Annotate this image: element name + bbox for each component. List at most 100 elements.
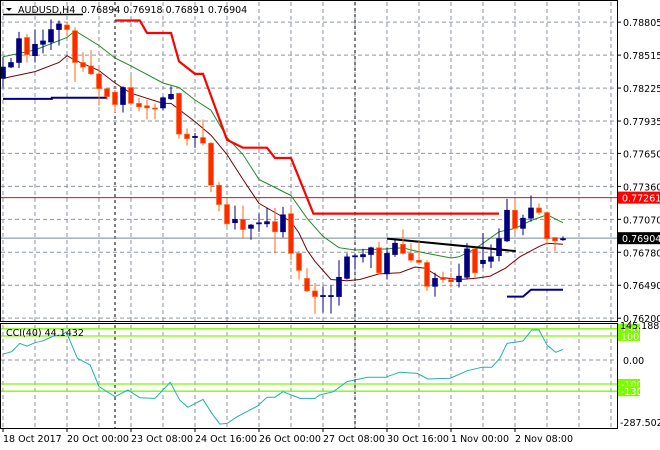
bull-candle: [40, 29, 46, 54]
candle-body: [480, 259, 486, 264]
bear-candle: [424, 260, 430, 291]
candle-body: [40, 40, 46, 45]
candle-body: [192, 136, 198, 138]
candle-body: [320, 295, 326, 297]
bear-candle: [64, 21, 70, 37]
main-panel-frame: [0, 0, 618, 322]
candle-body: [328, 295, 334, 297]
price-axis-label: 0.78805: [623, 18, 660, 29]
bull-candle: [328, 285, 334, 314]
current-price-label: 0.76904: [622, 234, 660, 245]
bear-candle: [88, 50, 94, 75]
candle-body: [32, 44, 38, 56]
bear-candle: [272, 207, 278, 254]
date-axis-label: 23 Oct 08:00: [131, 434, 193, 445]
candle-body: [288, 213, 294, 254]
price-axis-label: 0.78515: [623, 51, 660, 62]
bear-candle: [408, 243, 414, 263]
bear-candle: [544, 211, 550, 246]
bull-candle: [0, 56, 6, 88]
candle-body: [336, 276, 342, 297]
cci-title: CCI(40) 44.1432: [6, 328, 84, 339]
bull-candle: [368, 246, 374, 269]
candle-body: [496, 238, 502, 256]
ohlc-label: 0.76894 0.76918 0.76891 0.76904: [81, 5, 247, 16]
candle-body: [88, 65, 94, 75]
cci-level-label: -130: [621, 387, 643, 398]
bear-candle: [312, 282, 318, 314]
candle-body: [472, 248, 478, 274]
bear-candle: [176, 92, 182, 139]
bear-candle: [304, 268, 310, 293]
candle-body: [224, 204, 230, 225]
bull-candle: [360, 248, 366, 263]
bull-candle: [32, 29, 38, 63]
candle-body: [48, 29, 54, 43]
candle-body: [112, 91, 118, 105]
candle-body: [432, 278, 438, 287]
candle-body: [0, 66, 6, 79]
candle-body: [560, 238, 566, 241]
bull-candle: [520, 214, 526, 236]
candle-body: [368, 247, 374, 255]
candle-body: [392, 242, 398, 255]
bull-candle: [192, 132, 198, 148]
bull-candle: [456, 263, 462, 288]
candle-body: [440, 276, 446, 280]
candle-body: [352, 255, 358, 258]
price-axis-label: 0.76490: [623, 281, 660, 292]
bear-candle: [136, 97, 142, 112]
candle-body: [304, 278, 310, 292]
bear-candle: [184, 128, 190, 146]
bull-candle: [8, 57, 14, 69]
candle-body: [408, 253, 414, 261]
bull-candle: [232, 205, 238, 230]
candle-body: [512, 209, 518, 229]
candle-body: [232, 219, 238, 224]
candle-body: [360, 254, 366, 258]
candle-body: [24, 37, 30, 55]
candle-body: [400, 244, 406, 254]
date-axis-label: 18 Oct 2017: [3, 434, 62, 445]
bull-candle: [264, 207, 270, 228]
cci-level-label: 100: [621, 332, 639, 343]
candle-body: [96, 73, 102, 89]
candle-body: [248, 224, 254, 229]
bull-candle: [248, 223, 254, 240]
chart-header: AUDUSD,H4 0.76894 0.76918 0.76891 0.7690…: [3, 5, 247, 16]
candle-body: [544, 212, 550, 239]
price-axis-label: 0.77935: [623, 117, 660, 128]
bear-candle: [216, 181, 222, 212]
bull-candle: [256, 213, 262, 232]
candle-body: [216, 184, 222, 205]
bull-candle: [432, 272, 438, 297]
bear-candle: [512, 198, 518, 233]
bull-candle: [320, 286, 326, 313]
date-axis-label: 1 Nov 00:00: [451, 434, 509, 445]
cci-min-label: -287.5026: [620, 418, 660, 429]
bear-candle: [240, 205, 246, 239]
candle-body: [552, 237, 558, 242]
bear-candle: [152, 103, 158, 120]
bull-candle: [560, 236, 566, 241]
candle-body: [160, 97, 166, 109]
bear-candle: [288, 206, 294, 261]
bull-candle: [48, 19, 54, 50]
candle-body: [128, 87, 134, 104]
bull-candle: [280, 206, 286, 238]
trading-chart[interactable]: CCI(40) 44.1432 0.78805 0.78515 0.78225 0.7…: [0, 0, 660, 450]
dropdown-arrow-icon[interactable]: [6, 8, 12, 11]
price-axis-label: 0.77070: [623, 215, 660, 226]
bear-candle: [24, 34, 30, 63]
candle-body: [256, 222, 262, 225]
cci-line: [2, 329, 564, 425]
bull-candle: [336, 260, 342, 306]
candle-body: [208, 142, 214, 186]
cci-zero-label: 0.00: [623, 356, 644, 367]
candle-body: [376, 247, 382, 274]
candle-body: [264, 221, 270, 225]
bull-candle: [504, 198, 510, 243]
indicators: [2, 19, 564, 298]
bull-candle: [160, 96, 166, 111]
candle-body: [168, 94, 174, 100]
